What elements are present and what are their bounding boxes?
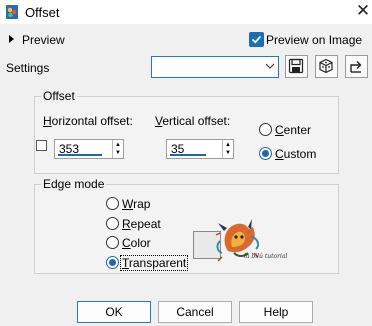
- repeat-radio-label[interactable]: Repeat: [122, 217, 161, 231]
- cancel-button[interactable]: Cancel: [158, 301, 232, 323]
- watermark-text: la bilû tutorial: [244, 253, 288, 260]
- save-preset-icon: [288, 58, 304, 74]
- paint-shop-pro-icon: [5, 4, 19, 20]
- center-radio[interactable]: [259, 123, 272, 136]
- wrap-radio-label[interactable]: Wrap: [122, 197, 150, 211]
- watermark-logo: la bilû tutorial: [214, 217, 292, 263]
- repeat-radio[interactable]: [106, 217, 119, 230]
- transparent-radio-label[interactable]: Transparent: [120, 255, 189, 271]
- settings-preset-dropdown[interactable]: [151, 56, 279, 78]
- window-title: Offset: [25, 5, 60, 20]
- color-radio[interactable]: [106, 236, 119, 249]
- horizontal-offset-label: Horizontal offset:: [43, 114, 133, 128]
- center-radio-label[interactable]: Center: [275, 123, 311, 137]
- custom-radio[interactable]: [259, 147, 272, 160]
- close-icon[interactable]: ✕: [354, 1, 372, 21]
- reset-icon: [350, 61, 362, 73]
- vertical-offset-spinner[interactable]: 35 ▲ ▼: [166, 139, 234, 159]
- vertical-offset-label: Vertical offset:: [155, 114, 231, 128]
- preview-toggle[interactable]: Preview: [22, 33, 65, 47]
- spinner-arrows-icon[interactable]: ▲ ▼: [222, 140, 233, 158]
- transparent-radio[interactable]: [106, 256, 119, 269]
- help-button[interactable]: Help: [239, 301, 313, 323]
- vertical-offset-slider-line[interactable]: [170, 154, 206, 156]
- spinner-arrows-icon[interactable]: ▲ ▼: [112, 140, 123, 158]
- reset-button[interactable]: [345, 55, 368, 78]
- link-offsets-checkbox[interactable]: [36, 140, 47, 151]
- preview-on-image-label[interactable]: Preview on Image: [266, 33, 362, 47]
- color-radio-label[interactable]: Color: [122, 236, 151, 250]
- save-preset-button[interactable]: [285, 55, 308, 78]
- offset-group-title: Offset: [41, 89, 77, 103]
- edge-mode-group-title: Edge mode: [41, 177, 107, 191]
- settings-label: Settings: [6, 61, 50, 75]
- preview-on-image-checkbox[interactable]: [249, 32, 264, 47]
- chevron-down-icon: [265, 59, 275, 76]
- randomize-button[interactable]: [315, 55, 338, 78]
- horizontal-offset-slider-line[interactable]: [58, 154, 102, 156]
- ok-button[interactable]: OK: [77, 301, 151, 323]
- expand-triangle-icon[interactable]: [9, 35, 14, 43]
- wrap-radio[interactable]: [106, 197, 119, 210]
- randomize-icon: [319, 58, 333, 74]
- horizontal-offset-spinner[interactable]: 353 ▲ ▼: [54, 139, 124, 159]
- custom-radio-label[interactable]: Custom: [275, 147, 316, 161]
